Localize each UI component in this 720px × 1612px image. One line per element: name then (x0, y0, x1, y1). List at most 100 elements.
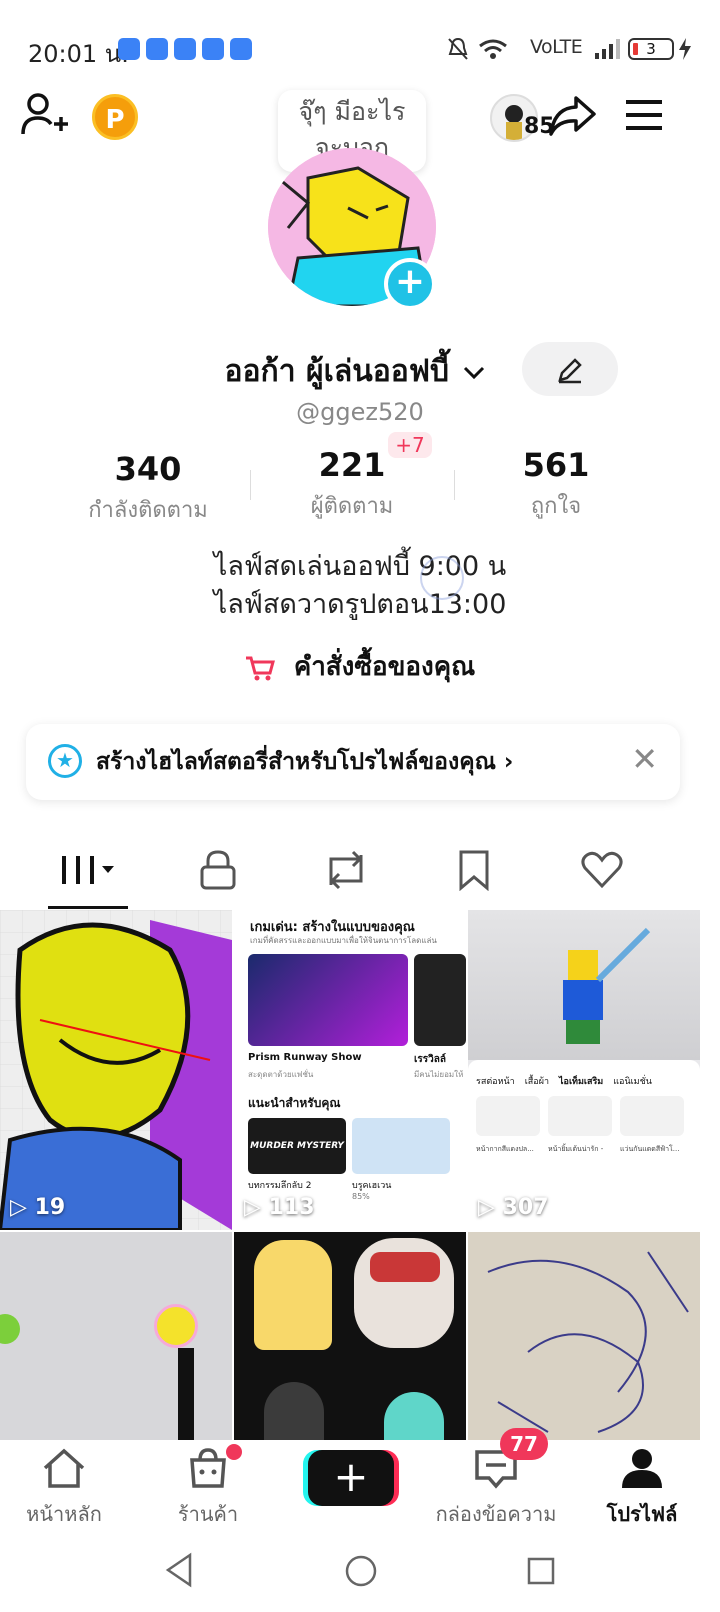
cart-icon (245, 656, 275, 680)
nav-profile[interactable]: โปรไฟล์ (562, 1446, 720, 1530)
chat-notification-icon (118, 38, 140, 60)
followers-count: 221 (318, 446, 386, 484)
back-icon[interactable] (164, 1552, 194, 1588)
bookmark-icon (459, 850, 489, 891)
create-button[interactable]: + (308, 1450, 394, 1506)
nav-inbox-label: กล่องข้อความ (435, 1502, 557, 1526)
followers-stat[interactable]: 221 ผู้ติดตาม (252, 446, 452, 523)
story-highlight-banner[interactable]: ★ สร้างไฮไลท์สตอรี่สำหรับโปรไฟล์ของคุณ ›… (26, 724, 680, 800)
viber-notification-icon (174, 38, 196, 60)
highlight-banner-text: สร้างไฮไลท์สตอรี่สำหรับโปรไฟล์ของคุณ › (96, 749, 514, 775)
tab-indicator (48, 906, 128, 909)
video-notification-icon (146, 38, 168, 60)
profile-name[interactable]: ออก้า ผู้เล่นออฟบี้ (150, 348, 560, 395)
system-navigation (0, 1532, 720, 1612)
shop-notification-dot (226, 1444, 242, 1460)
lock-icon (200, 850, 236, 890)
note-line-1: จุ๊ๆ มีอะไร (298, 97, 406, 126)
network-type: VoLTE (530, 36, 583, 58)
stat-divider (454, 470, 455, 500)
app-notification-icon (202, 38, 224, 60)
profile-handle[interactable]: @ggez520 (0, 398, 720, 426)
battery-level: 3 (646, 40, 656, 58)
nav-inbox[interactable]: กล่องข้อความ 77 (416, 1428, 576, 1530)
wifi-icon (479, 39, 507, 59)
recents-icon[interactable] (526, 1556, 556, 1586)
repost-icon (329, 850, 363, 890)
game-title: บรูคเฮเวน (352, 1181, 392, 1191)
add-friend-icon[interactable] (20, 92, 70, 138)
nav-home-label: หน้าหลัก (26, 1502, 102, 1526)
stat-divider (250, 470, 251, 500)
thumb-subheading: เกมที่คัดสรรและออกแบบมาเพื่อให้จินตนาการ… (250, 936, 437, 945)
status-time: 20:01 น. (28, 40, 129, 68)
home-icon (43, 1448, 85, 1488)
battery-indicator: 3 (628, 38, 674, 60)
avatar-figure (563, 927, 651, 1044)
menu-icon[interactable] (624, 98, 664, 132)
play-count: ▷ 19 (10, 1195, 66, 1220)
game-image (414, 954, 466, 1046)
tab-liked[interactable] (562, 842, 642, 898)
game-image (248, 954, 408, 1046)
nav-shop-label: ร้านค้า (177, 1502, 239, 1526)
tab-reposts[interactable] (306, 842, 386, 898)
bio-line-1: ไลฟ์สดเล่นออฟบี้ 9:00 น (213, 551, 507, 582)
game-subtitle: สะดุดตาด้วยแฟชั่น (248, 1070, 314, 1079)
pencil-icon (558, 358, 582, 384)
edit-profile-button[interactable] (522, 342, 618, 396)
game-title: บทกรรมลึกลับ 2 (248, 1181, 312, 1191)
following-count: 340 (114, 450, 182, 488)
points-icon[interactable]: P (92, 94, 138, 140)
item-row (468, 1088, 700, 1144)
nav-shop[interactable]: ร้านค้า (128, 1444, 288, 1530)
video-thumbnail-art (0, 910, 232, 1230)
game-image (352, 1118, 450, 1174)
likes-count: 561 (522, 446, 590, 484)
video-thumbnail[interactable]: เกมเด่น: สร้างในแบบของคุณ เกมที่คัดสรรแล… (234, 910, 466, 1230)
video-thumbnail[interactable]: ▷ 19 (0, 910, 232, 1230)
bio-line-2: ไลฟ์สดวาดรูปตอน13:00 (213, 589, 507, 620)
share-icon[interactable] (548, 94, 596, 136)
profile-bio: ไลฟ์สดเล่นออฟบี้ 9:00 น ไลฟ์สดวาดรูปตอน1… (0, 548, 720, 624)
game-rating: 85% (352, 1192, 370, 1201)
nav-home[interactable]: หน้าหลัก (0, 1446, 144, 1530)
profile-name-text: ออก้า ผู้เล่นออฟบี้ (224, 354, 450, 389)
game-subtitle: มีคนไม่ยอมให้ (414, 1070, 464, 1079)
profile-icon (622, 1449, 662, 1488)
chevron-down-icon (464, 366, 485, 379)
tab-favorites[interactable] (434, 842, 514, 898)
close-icon[interactable]: ✕ (631, 740, 658, 778)
add-story-button[interactable]: + (384, 258, 436, 310)
video-thumbnail[interactable] (0, 1232, 232, 1440)
orders-link[interactable]: คำสั่งซื้อของคุณ (0, 646, 720, 687)
grid-icon (62, 856, 114, 884)
likes-stat[interactable]: 561 ถูกใจ (456, 446, 656, 523)
heart-icon (581, 851, 623, 889)
home-circle-icon[interactable] (344, 1554, 378, 1588)
video-thumbnail[interactable] (234, 1232, 466, 1440)
inbox-badge: 77 (500, 1428, 548, 1460)
game-title: Prism Runway Show (248, 1052, 362, 1063)
following-stat[interactable]: 340 กำลังติดตาม (48, 450, 248, 527)
item-names: หน้ากากสีแดงปล... หน้ายิ้มเต้นน่ารัก - แว่… (476, 1145, 680, 1153)
orders-label: คำสั่งซื้อของคุณ (293, 652, 476, 682)
tab-private[interactable] (178, 842, 258, 898)
video-thumbnail[interactable]: รสต่อหน้า เสื้อผ้า ไอเท็มเสริม แอนิเมชั่น … (468, 910, 700, 1230)
nav-profile-label: โปรไฟล์ (606, 1502, 678, 1526)
video-thumbnail[interactable] (468, 1232, 700, 1440)
mute-bell-icon (448, 37, 468, 60)
tiktok-profile-screen: 20:01 น. VoLTE 3 P จุ๊ๆ มีอะไร 85 + ออก้… (0, 0, 720, 1612)
shopping-bag-icon (190, 1448, 226, 1488)
play-count: ▷ 307 (478, 1195, 549, 1220)
recommend-heading: แนะนำสำหรับคุณ (248, 1096, 341, 1110)
bottom-navigation: หน้าหลัก ร้านค้า + กล่องข้อความ 77 โปรไฟ… (0, 1428, 720, 1532)
game-image: MURDER MYSTERY (248, 1118, 346, 1174)
tab-videos[interactable] (48, 842, 128, 898)
screen-record-notification-icon (230, 38, 252, 60)
star-icon: ★ (48, 744, 82, 778)
signal-icon (595, 39, 620, 59)
sketch-art (487, 1251, 689, 1433)
status-bar: 20:01 น. VoLTE 3 (0, 0, 720, 96)
item-tabs: รสต่อหน้า เสื้อผ้า ไอเท็มเสริม แอนิเมชั่น (476, 1077, 652, 1087)
